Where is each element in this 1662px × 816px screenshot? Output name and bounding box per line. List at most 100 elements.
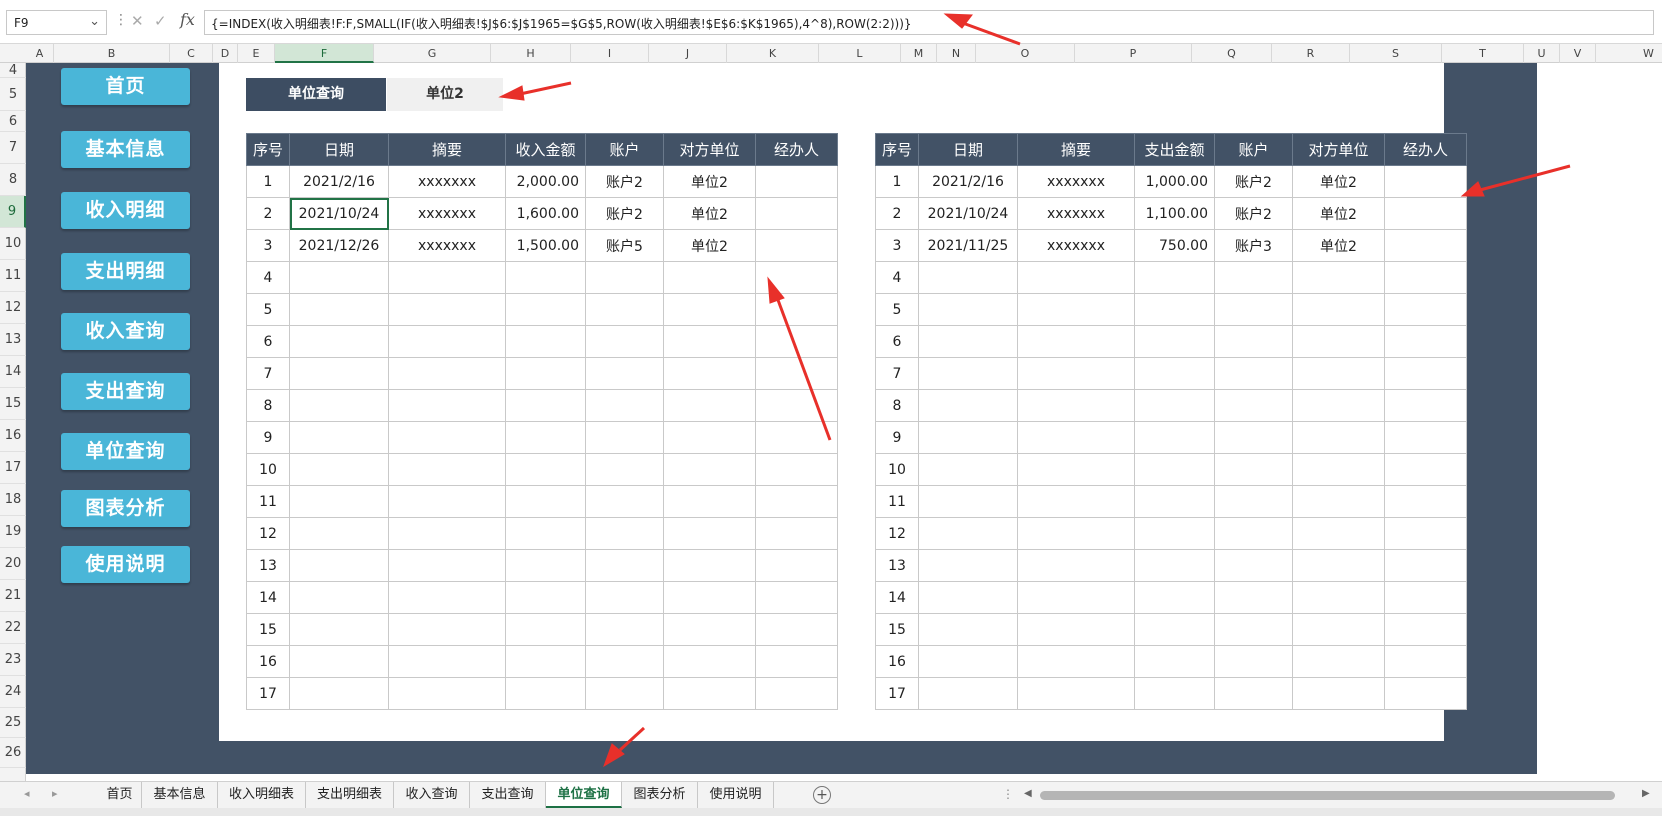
table-cell[interactable] — [388, 453, 506, 486]
column-header-r[interactable]: R — [1272, 44, 1350, 63]
table-cell[interactable] — [1134, 581, 1215, 614]
table-cell[interactable] — [505, 485, 586, 518]
column-header-u[interactable]: U — [1524, 44, 1560, 63]
row-header-10[interactable]: 10 — [0, 228, 26, 260]
table-cell[interactable] — [755, 165, 838, 198]
table-cell[interactable]: 单位2 — [1292, 165, 1385, 198]
nav-button-income-query[interactable]: 收入查询 — [61, 313, 190, 350]
table-cell[interactable] — [663, 677, 756, 710]
table-cell[interactable] — [1017, 613, 1135, 646]
nav-button-home[interactable]: 首页 — [61, 68, 190, 105]
table-cell[interactable]: 10 — [875, 453, 919, 486]
sheet-tab[interactable]: 单位查询 — [546, 782, 622, 808]
table-cell[interactable] — [755, 357, 838, 390]
table-cell[interactable] — [388, 421, 506, 454]
row-header-22[interactable]: 22 — [0, 612, 26, 644]
table-cell[interactable]: 13 — [246, 549, 290, 582]
table-cell[interactable] — [663, 549, 756, 582]
table-cell[interactable] — [1214, 613, 1293, 646]
table-cell[interactable] — [289, 261, 389, 294]
table-cell[interactable]: 7 — [246, 357, 290, 390]
table-cell[interactable] — [1017, 325, 1135, 358]
column-header-n[interactable]: N — [937, 44, 976, 63]
table-cell[interactable] — [755, 453, 838, 486]
row-header-24[interactable]: 24 — [0, 676, 26, 708]
column-header-v[interactable]: V — [1560, 44, 1596, 63]
table-cell[interactable] — [585, 581, 664, 614]
table-cell[interactable]: 1 — [246, 165, 290, 198]
nav-button-income-detail[interactable]: 收入明细 — [61, 192, 190, 229]
table-cell[interactable] — [755, 325, 838, 358]
table-cell[interactable]: 15 — [246, 613, 290, 646]
column-header-g[interactable]: G — [374, 44, 491, 63]
table-cell[interactable]: 11 — [875, 485, 919, 518]
table-cell[interactable] — [1384, 453, 1467, 486]
table-cell[interactable] — [1292, 645, 1385, 678]
nav-button-chart-analysis[interactable]: 图表分析 — [61, 490, 190, 527]
table-cell[interactable] — [1292, 581, 1385, 614]
row-header-26[interactable]: 26 — [0, 738, 26, 768]
column-header-s[interactable]: S — [1350, 44, 1442, 63]
table-cell[interactable]: 5 — [875, 293, 919, 326]
row-header-7[interactable]: 7 — [0, 132, 26, 164]
table-cell[interactable]: 单位2 — [1292, 197, 1385, 230]
column-header-q[interactable]: Q — [1192, 44, 1272, 63]
table-cell[interactable] — [1214, 645, 1293, 678]
table-cell[interactable] — [755, 677, 838, 710]
query-unit-select[interactable]: 单位2 — [387, 78, 503, 111]
table-cell[interactable] — [1292, 293, 1385, 326]
table-cell[interactable] — [1017, 389, 1135, 422]
table-cell[interactable]: 16 — [246, 645, 290, 678]
column-header-h[interactable]: H — [491, 44, 571, 63]
table-cell[interactable]: xxxxxxx — [388, 165, 506, 198]
table-cell[interactable] — [1384, 293, 1467, 326]
column-header-p[interactable]: P — [1075, 44, 1192, 63]
table-cell[interactable] — [289, 421, 389, 454]
table-cell[interactable]: 17 — [875, 677, 919, 710]
table-cell[interactable] — [505, 261, 586, 294]
table-cell[interactable] — [1292, 421, 1385, 454]
sheet-tab[interactable]: 首页 — [98, 782, 142, 808]
table-cell[interactable]: 2 — [875, 197, 919, 230]
table-cell[interactable] — [1017, 293, 1135, 326]
scroll-right-icon[interactable]: ▶ — [1642, 788, 1650, 799]
row-header-16[interactable]: 16 — [0, 420, 26, 452]
table-cell[interactable] — [585, 645, 664, 678]
table-cell[interactable] — [505, 677, 586, 710]
table-cell[interactable]: 13 — [875, 549, 919, 582]
table-cell[interactable] — [755, 549, 838, 582]
table-cell[interactable] — [289, 677, 389, 710]
table-cell[interactable]: 15 — [875, 613, 919, 646]
column-header-d[interactable]: D — [213, 44, 238, 63]
chevron-down-icon[interactable]: ⌄ — [89, 14, 100, 29]
table-cell[interactable] — [1384, 357, 1467, 390]
table-cell[interactable] — [585, 485, 664, 518]
table-cell[interactable] — [1214, 421, 1293, 454]
table-cell[interactable] — [1292, 453, 1385, 486]
table-cell[interactable]: 14 — [875, 581, 919, 614]
table-cell[interactable] — [1214, 581, 1293, 614]
table-cell[interactable] — [1384, 229, 1467, 262]
nav-button-usage-guide[interactable]: 使用说明 — [61, 546, 190, 583]
table-cell[interactable] — [918, 293, 1018, 326]
nav-button-expense-detail[interactable]: 支出明细 — [61, 253, 190, 290]
row-header-21[interactable]: 21 — [0, 580, 26, 612]
table-cell[interactable]: 2021/10/24 — [289, 197, 389, 230]
table-cell[interactable]: 3 — [246, 229, 290, 262]
table-cell[interactable] — [289, 517, 389, 550]
table-cell[interactable] — [1134, 645, 1215, 678]
table-cell[interactable] — [1384, 645, 1467, 678]
sheet-tab[interactable]: 支出查询 — [470, 782, 546, 808]
table-cell[interactable]: 2021/2/16 — [289, 165, 389, 198]
row-header-9[interactable]: 9 — [0, 196, 26, 228]
table-cell[interactable]: 9 — [246, 421, 290, 454]
table-cell[interactable]: xxxxxxx — [388, 197, 506, 230]
table-cell[interactable] — [1214, 293, 1293, 326]
table-cell[interactable]: xxxxxxx — [1017, 197, 1135, 230]
table-cell[interactable] — [388, 613, 506, 646]
table-cell[interactable]: 账户2 — [585, 197, 664, 230]
table-cell[interactable] — [663, 293, 756, 326]
column-header-i[interactable]: I — [571, 44, 649, 63]
table-cell[interactable]: 单位2 — [663, 197, 756, 230]
row-header-15[interactable]: 15 — [0, 388, 26, 420]
